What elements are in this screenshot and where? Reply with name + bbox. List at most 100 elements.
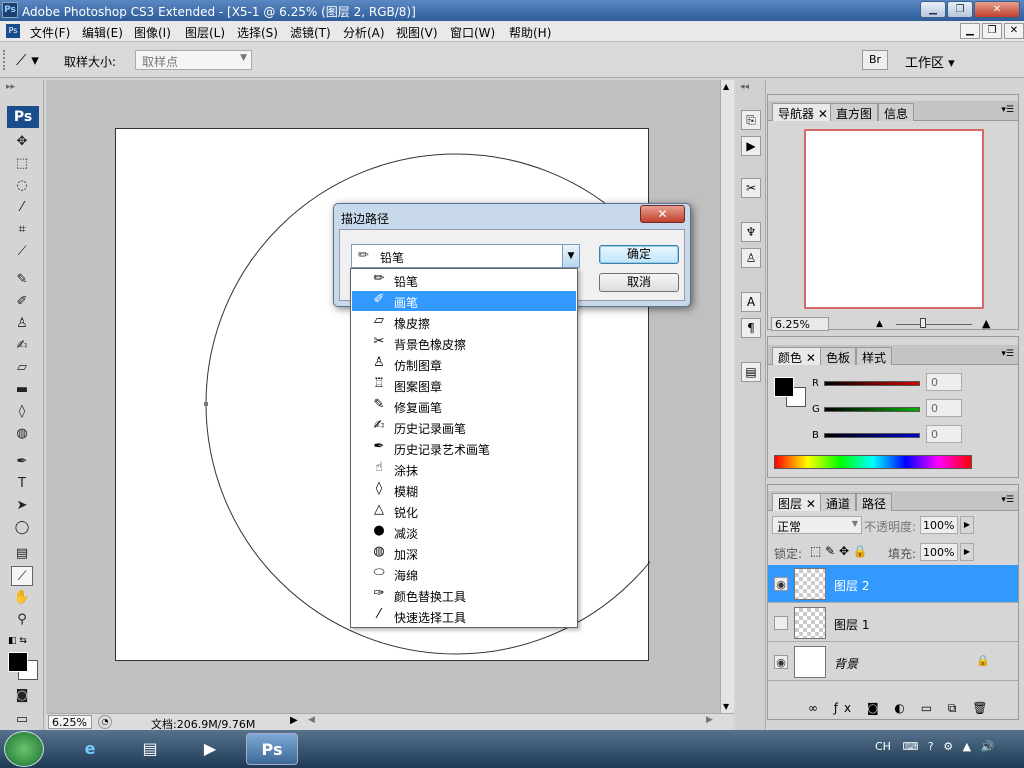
brushes-panel-icon[interactable]: ♆ xyxy=(741,222,761,242)
lock-icons[interactable]: ⬚ ✎ ✥ 🔒 xyxy=(810,544,868,558)
fill-field[interactable]: 100% xyxy=(920,543,958,561)
visibility-eye-icon[interactable]: ◉ xyxy=(774,577,788,591)
tab-color[interactable]: 颜色 ✕ xyxy=(772,347,822,365)
settings-icon[interactable]: ⚙ xyxy=(943,740,953,753)
vertical-scrollbar[interactable]: ▲ ▼ xyxy=(720,80,734,713)
type-tool-icon[interactable]: T xyxy=(11,474,33,494)
status-info-icon[interactable]: ◔ xyxy=(98,715,112,729)
cancel-button[interactable]: 取消 xyxy=(599,273,679,292)
blur-tool-icon[interactable]: ◊ xyxy=(11,402,33,422)
options-grip[interactable] xyxy=(3,50,9,70)
minimize-button[interactable]: ▁ xyxy=(920,1,946,18)
actions-panel-icon[interactable]: ▶ xyxy=(741,136,761,156)
clone-source-panel-icon[interactable]: ♙ xyxy=(741,248,761,268)
blue-slider[interactable] xyxy=(824,433,920,438)
dropdown-item-art-history-brush[interactable]: ✒ 历史记录艺术画笔 xyxy=(352,438,576,458)
help-icon[interactable]: ? xyxy=(928,740,934,753)
sample-size-select[interactable]: 取样点 ▼ xyxy=(135,50,252,70)
layer-row[interactable]: ◉ 图层 1 xyxy=(768,604,1018,642)
lasso-tool-icon[interactable]: ◌ xyxy=(11,176,33,196)
foreground-color-swatch[interactable] xyxy=(8,652,28,672)
tray-expand-icon[interactable]: ▲ xyxy=(963,740,971,753)
tab-styles[interactable]: 样式 xyxy=(856,347,893,365)
doc-restore-button[interactable]: ❐ xyxy=(982,23,1002,39)
path-selection-tool-icon[interactable]: ➤ xyxy=(11,496,33,516)
ok-button[interactable]: 确定 xyxy=(599,245,679,264)
navigator-preview[interactable] xyxy=(804,129,984,309)
dropdown-arrow-icon[interactable]: ▼ xyxy=(562,245,579,267)
character-panel-icon[interactable]: A xyxy=(741,292,761,312)
dropdown-item-quick-selection[interactable]: ⁄ 快速选择工具 xyxy=(352,606,576,626)
dropdown-item-dodge[interactable]: ● 减淡 xyxy=(352,522,576,542)
dropdown-item-sharpen[interactable]: △ 锐化 xyxy=(352,501,576,521)
clone-stamp-tool-icon[interactable]: ♙ xyxy=(11,314,33,334)
menu-file[interactable]: 文件(F) xyxy=(30,24,70,41)
layer-comps-panel-icon[interactable]: ▤ xyxy=(741,362,761,382)
workspace-button[interactable]: 工作区 ▾ xyxy=(905,52,955,71)
scroll-left-icon[interactable]: ◀ xyxy=(308,715,315,725)
photoshop-taskbar-button[interactable]: Ps xyxy=(246,733,298,765)
color-spectrum-bar[interactable] xyxy=(774,455,972,469)
magic-wand-tool-icon[interactable]: ⁄ xyxy=(11,198,33,218)
scroll-up-icon[interactable]: ▲ xyxy=(723,82,729,91)
menu-image[interactable]: 图像(I) xyxy=(134,24,171,41)
eyedropper-tool-icon[interactable]: ⟋ xyxy=(11,566,33,586)
menu-view[interactable]: 视图(V) xyxy=(396,24,438,41)
scroll-right-icon[interactable]: ▶ xyxy=(706,715,713,725)
red-slider[interactable] xyxy=(824,381,920,386)
tool-select[interactable]: ✏ 铅笔 ▼ xyxy=(351,244,580,268)
tab-histogram[interactable]: 直方图 xyxy=(830,103,879,121)
dropdown-item-eraser[interactable]: ▱ 橡皮擦 xyxy=(352,312,576,332)
history-panel-icon[interactable]: ⎘ xyxy=(741,110,761,130)
dropdown-item-brush[interactable]: ✐ 画笔 xyxy=(352,291,576,311)
navigator-zoom-field[interactable]: 6.25% xyxy=(771,317,829,331)
green-slider[interactable] xyxy=(824,407,920,412)
tab-paths[interactable]: 路径 xyxy=(856,493,893,511)
start-button[interactable] xyxy=(4,731,44,767)
dropdown-item-blur[interactable]: ◊ 模糊 xyxy=(352,480,576,500)
green-value[interactable]: 0 xyxy=(926,399,962,417)
menu-layer[interactable]: 图层(L) xyxy=(185,24,225,41)
language-indicator[interactable]: CH xyxy=(875,740,891,753)
ie-taskbar-icon[interactable]: e xyxy=(64,733,116,765)
panel-menu-icon[interactable]: ▾☰ xyxy=(1001,105,1014,115)
move-tool-icon[interactable]: ✥ xyxy=(11,132,33,152)
eyedropper-preset-icon[interactable]: ⟋ ▾ xyxy=(16,49,50,71)
dropdown-item-burn[interactable]: ◍ 加深 xyxy=(352,543,576,563)
visibility-eye-icon[interactable]: ◉ xyxy=(774,655,788,669)
toolbox-collapse-icon[interactable]: ▸▸ xyxy=(6,82,15,92)
tab-layers[interactable]: 图层 ✕ xyxy=(772,493,822,511)
explorer-taskbar-icon[interactable]: ▤ xyxy=(124,733,176,765)
menu-help[interactable]: 帮助(H) xyxy=(509,24,551,41)
scroll-down-icon[interactable]: ▼ xyxy=(723,702,729,711)
crop-tool-icon[interactable]: ⌗ xyxy=(11,220,33,240)
doc-minimize-button[interactable]: ▁ xyxy=(960,23,980,39)
dropdown-item-smudge[interactable]: ☝ 涂抹 xyxy=(352,459,576,479)
marquee-tool-icon[interactable]: ⬚ xyxy=(11,154,33,174)
tab-info[interactable]: 信息 xyxy=(878,103,915,121)
keyboard-icon[interactable]: ⌨ xyxy=(902,740,918,753)
slice-tool-icon[interactable]: ⟋ xyxy=(11,242,33,262)
brush-tool-icon[interactable]: ✐ xyxy=(11,292,33,312)
volume-icon[interactable]: 🔊 xyxy=(981,740,995,753)
tab-navigator[interactable]: 导航器 ✕ xyxy=(772,103,834,121)
doc-close-button[interactable]: ✕ xyxy=(1004,23,1024,39)
close-button[interactable]: ✕ xyxy=(974,1,1020,18)
dialog-close-button[interactable]: ✕ xyxy=(640,205,685,223)
screen-mode-icon[interactable]: ▭ xyxy=(11,710,33,730)
blend-mode-select[interactable]: 正常 ▼ xyxy=(772,516,862,534)
dropdown-item-history-brush[interactable]: ✍ 历史记录画笔 xyxy=(352,417,576,437)
tab-swatches[interactable]: 色板 xyxy=(820,347,857,365)
blue-value[interactable]: 0 xyxy=(926,425,962,443)
status-menu-arrow-icon[interactable]: ▶ xyxy=(290,715,298,726)
paragraph-panel-icon[interactable]: ¶ xyxy=(741,318,761,338)
tab-channels[interactable]: 通道 xyxy=(820,493,857,511)
zoom-field[interactable]: 6.25% xyxy=(48,715,92,729)
bridge-icon[interactable]: Br xyxy=(862,50,888,70)
healing-brush-tool-icon[interactable]: ✎ xyxy=(11,270,33,290)
dropdown-item-pattern-stamp[interactable]: ♖ 图案图章 xyxy=(352,375,576,395)
dodge-tool-icon[interactable]: ◍ xyxy=(11,424,33,444)
zoom-out-icon[interactable]: ▲ xyxy=(876,319,883,329)
navigator-slider-thumb[interactable] xyxy=(920,318,926,328)
zoom-tool-icon[interactable]: ⚲ xyxy=(11,610,33,630)
